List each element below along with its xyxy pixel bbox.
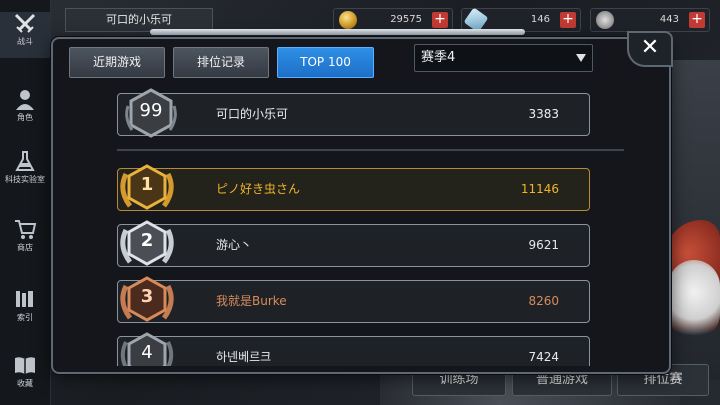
coin-icon (339, 11, 357, 29)
nav-item-battle[interactable]: 战斗 (0, 12, 50, 58)
nav-item-lab[interactable]: 科技实验室 (0, 150, 50, 190)
nav-label: 商店 (17, 243, 33, 252)
add-coin-button[interactable]: + (432, 12, 448, 28)
bookshelf-icon (16, 291, 33, 307)
player-name: 我就是Burke (216, 294, 287, 308)
leaderboard-row[interactable]: 하넨베르크 7424 (117, 336, 590, 366)
divider (117, 149, 624, 151)
self-rank-score: 3383 (528, 107, 559, 121)
nav-item-shop[interactable]: 商店 (0, 218, 50, 258)
crossed-swords-icon (14, 13, 36, 33)
token-value: 443 (659, 14, 679, 25)
rank-number: 1 (140, 174, 154, 195)
add-crystal-button[interactable]: + (560, 12, 576, 28)
season-value: 赛季4 (421, 50, 456, 65)
nav-item-collection[interactable]: 收藏 (0, 354, 50, 394)
tab-recent-games[interactable]: 近期游戏 (69, 47, 165, 78)
flask-icon (15, 151, 35, 171)
left-nav: 战斗 角色 科技实验室 商店 索引 收藏 (0, 0, 51, 405)
nav-label: 收藏 (17, 379, 33, 388)
rank-badge-bronze: 3 (120, 272, 174, 326)
rank-badge-plain: 99 (124, 86, 178, 140)
crystal-value: 146 (530, 14, 550, 25)
self-rank-name: 可口的小乐可 (216, 107, 289, 121)
leaderboard-row[interactable]: 我就是Burke 8260 (117, 280, 590, 323)
close-icon: ✕ (640, 35, 660, 60)
nav-item-index[interactable]: 索引 (0, 288, 50, 328)
nav-label: 科技实验室 (5, 175, 45, 184)
rank-number: 4 (141, 342, 153, 363)
token-resource: 443 + (590, 8, 710, 32)
nav-label: 战斗 (17, 37, 33, 46)
close-button[interactable]: ✕ (627, 31, 673, 67)
nav-item-character[interactable]: 角色 (0, 88, 50, 128)
character-icon (16, 90, 34, 110)
self-rank-number: 99 (139, 100, 163, 121)
nav-label: 角色 (17, 113, 33, 122)
cart-icon (15, 220, 37, 239)
nav-label: 索引 (17, 313, 33, 322)
character-art-hair (668, 260, 720, 340)
rank-badge-clip: 4 (120, 328, 174, 366)
add-token-button[interactable]: + (689, 12, 705, 28)
rank-badge-gold: 1 (120, 160, 174, 214)
player-score: 8260 (528, 294, 559, 308)
rank-badge-silver: 2 (120, 216, 174, 270)
rank-number: 2 (140, 230, 154, 251)
player-name: ピノ好き虫さん (216, 182, 301, 196)
coin-value: 29575 (390, 14, 422, 25)
dialog-top-accent (150, 29, 525, 35)
player-score: 11146 (520, 182, 559, 196)
rank-badge-plain: 4 (120, 328, 174, 366)
leaderboard-row-clip: 하넨베르크 7424 (117, 336, 590, 366)
tab-top-100[interactable]: TOP 100 (277, 47, 374, 78)
season-select[interactable]: 赛季4 (414, 44, 593, 72)
tab-ranked-history[interactable]: 排位记录 (173, 47, 269, 78)
book-icon (15, 357, 35, 374)
player-name: 游心丶 (216, 238, 253, 252)
player-score: 9621 (528, 238, 559, 252)
leaderboard-row[interactable]: ピノ好き虫さん 11146 (117, 168, 590, 211)
paw-token-icon (596, 11, 614, 29)
rank-number: 3 (140, 286, 154, 307)
player-name: 하넨베르크 (216, 350, 272, 364)
leaderboard-row[interactable]: 游心丶 9621 (117, 224, 590, 267)
self-rank-row: 可口的小乐可 3383 (117, 93, 590, 136)
chevron-down-icon (576, 54, 586, 62)
player-score: 7424 (528, 350, 559, 364)
